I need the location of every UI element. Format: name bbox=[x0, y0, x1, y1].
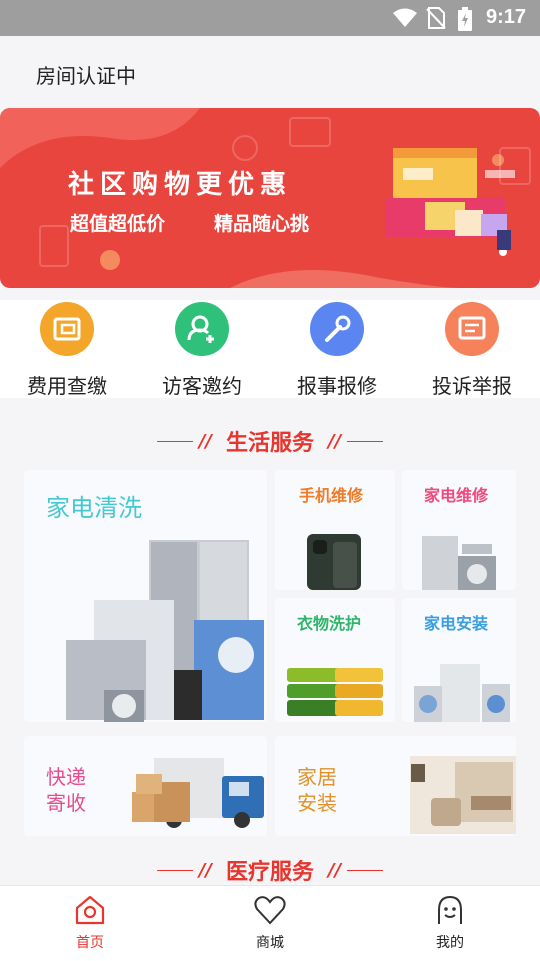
nav-label: 商城 bbox=[256, 935, 284, 951]
profile-icon bbox=[438, 895, 462, 924]
nav-label: 我的 bbox=[436, 935, 464, 951]
wrench-icon bbox=[310, 302, 364, 356]
header: 房间认证中 bbox=[0, 36, 540, 108]
delivery-truck-image bbox=[132, 758, 264, 828]
divider bbox=[347, 869, 384, 871]
wifi-icon bbox=[393, 8, 417, 27]
life-services-title: // 生活服务 // bbox=[0, 425, 540, 457]
message-icon bbox=[445, 302, 499, 356]
section-title: 医疗服务 bbox=[225, 860, 314, 885]
nav-label: 首页 bbox=[76, 935, 104, 951]
appliance-repair-image bbox=[422, 536, 496, 590]
no-sim-icon bbox=[426, 7, 446, 29]
divider bbox=[347, 440, 384, 442]
service-appliance-install[interactable]: 家电安装 bbox=[402, 598, 516, 722]
quick-action-repair[interactable]: 报事报修 bbox=[277, 302, 397, 398]
status-bar: 9:17 bbox=[0, 0, 540, 36]
slash-icon: // bbox=[328, 430, 342, 452]
quick-action-label: 报事报修 bbox=[297, 374, 377, 398]
nav-profile[interactable]: 我的 bbox=[400, 894, 500, 952]
service-appliance-cleaning[interactable]: 家电清洗 bbox=[24, 470, 267, 722]
medical-services-title: // 医疗服务 // bbox=[0, 854, 540, 886]
status-time: 9:17 bbox=[485, 6, 526, 28]
quick-action-label: 访客邀约 bbox=[162, 374, 242, 398]
service-appliance-repair[interactable]: 家电维修 bbox=[402, 470, 516, 590]
home-icon bbox=[75, 895, 105, 925]
clothes-image bbox=[287, 668, 383, 716]
quick-action-complaint[interactable]: 投诉举报 bbox=[412, 302, 532, 398]
slash-icon: // bbox=[328, 859, 342, 881]
add-user-icon bbox=[175, 302, 229, 356]
banner-tag-2: 精品随心挑 bbox=[214, 213, 310, 235]
nav-mall[interactable]: 商城 bbox=[220, 894, 320, 952]
quick-action-label: 费用查缴 bbox=[27, 374, 107, 398]
furniture-image bbox=[410, 756, 516, 834]
service-laundry[interactable]: 衣物洗护 bbox=[275, 598, 395, 722]
page-title[interactable]: 房间认证中 bbox=[36, 60, 136, 89]
phone-image bbox=[307, 534, 361, 590]
service-furniture-install[interactable]: 家居 安装 bbox=[275, 736, 516, 836]
wallet-icon bbox=[40, 302, 94, 356]
section-title: 生活服务 bbox=[225, 431, 314, 456]
divider bbox=[156, 869, 193, 871]
appliances-image bbox=[66, 540, 264, 722]
heart-icon bbox=[254, 896, 286, 925]
divider bbox=[156, 440, 193, 442]
quick-action-visitor[interactable]: 访客邀约 bbox=[142, 302, 262, 398]
battery-icon bbox=[458, 7, 472, 31]
service-phone-repair[interactable]: 手机维修 bbox=[275, 470, 395, 590]
banner-tag-1: 超值超低价 bbox=[70, 213, 166, 235]
slash-icon: // bbox=[198, 430, 212, 452]
quick-actions: 费用查缴 访客邀约 报事报修 投诉举报 bbox=[0, 300, 540, 398]
quick-action-fee[interactable]: 费用查缴 bbox=[7, 302, 127, 398]
slash-icon: // bbox=[198, 859, 212, 881]
appliance-install-image bbox=[414, 664, 510, 722]
promo-banner[interactable]: 社区购物更优惠 超值超低价 精品随心挑 bbox=[0, 108, 540, 288]
service-express[interactable]: 快递 寄收 bbox=[24, 736, 267, 836]
nav-home[interactable]: 首页 bbox=[40, 894, 140, 952]
bottom-nav: 首页 商城 我的 bbox=[0, 885, 540, 961]
banner-headline: 社区购物更优惠 bbox=[68, 170, 293, 200]
quick-action-label: 投诉举报 bbox=[432, 374, 512, 398]
